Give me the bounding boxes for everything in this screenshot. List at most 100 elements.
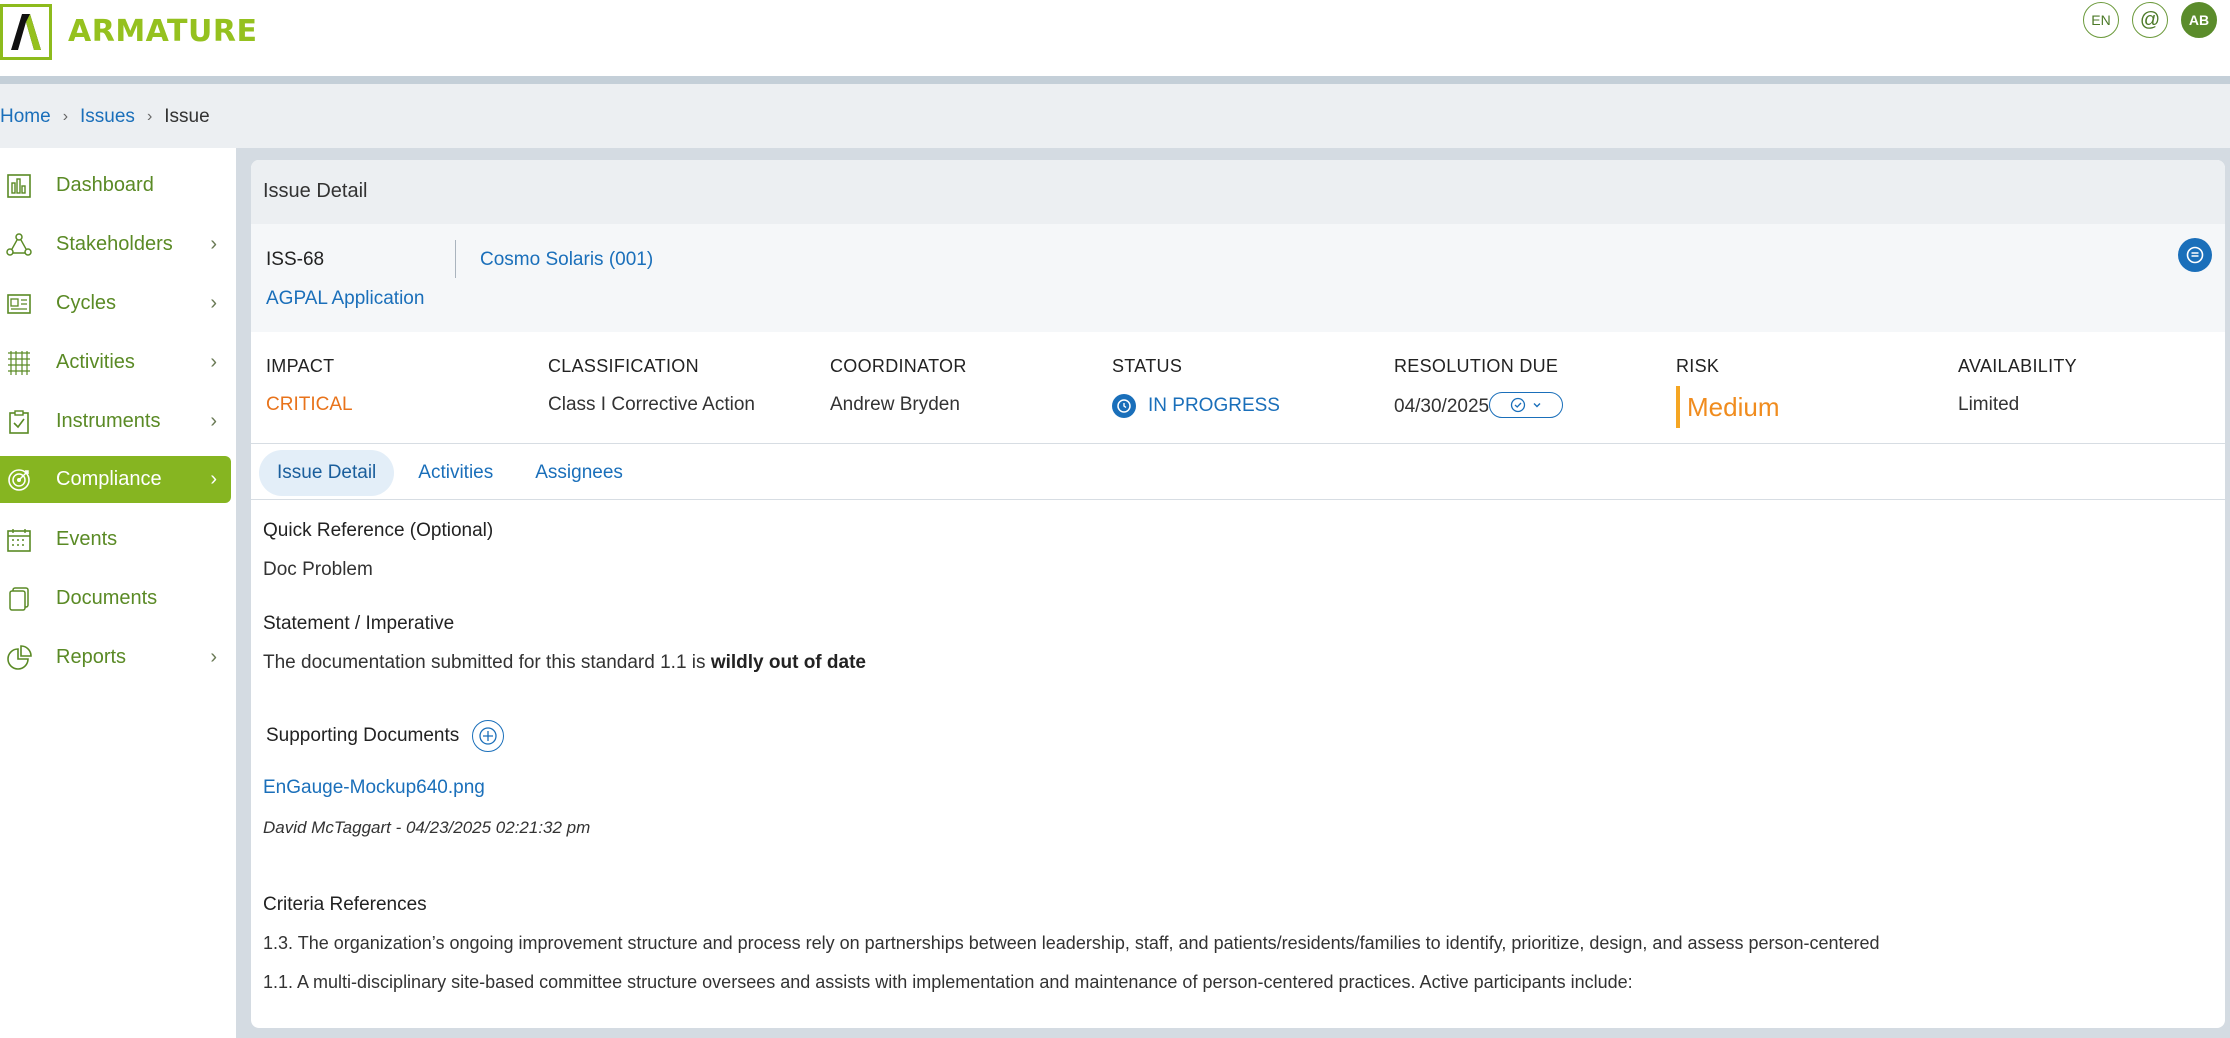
card-header: Issue Detail xyxy=(251,160,2225,224)
risk-label: RISK xyxy=(1676,356,1720,376)
statement-text-plain: The documentation submitted for this sta… xyxy=(263,652,711,673)
issue-info-band: ISS-68 Cosmo Solaris (001) AGPAL Applica… xyxy=(251,224,2225,332)
chevron-right-icon: › xyxy=(210,292,217,314)
resolution-due-label: RESOLUTION DUE xyxy=(1394,356,1559,376)
at-icon: @ xyxy=(2139,8,2161,31)
calendar-icon xyxy=(7,529,31,552)
criteria-heading: Criteria References xyxy=(263,894,427,915)
classification-metric: CLASSIFICATION Class I Corrective Action xyxy=(548,356,755,415)
armature-logo-icon[interactable] xyxy=(0,4,52,60)
application-link[interactable]: AGPAL Application xyxy=(266,288,424,310)
sidebar-item-label: Dashboard xyxy=(56,174,154,196)
chevron-right-icon: › xyxy=(210,410,217,432)
classification-label: CLASSIFICATION xyxy=(548,356,699,376)
tab-assignees[interactable]: Assignees xyxy=(517,450,641,496)
coordinator-metric: COORDINATOR Andrew Bryden xyxy=(830,356,967,415)
sidebar-item-activities[interactable]: Activities › xyxy=(0,339,231,386)
divider xyxy=(251,499,2225,500)
activities-icon xyxy=(8,351,30,375)
breadcrumb-issues[interactable]: Issues xyxy=(80,106,135,128)
classification-value: Class I Corrective Action xyxy=(548,394,755,415)
issue-detail-card: Issue Detail ISS-68 Cosmo Solaris (001) … xyxy=(251,160,2225,1028)
sidebar-item-cycles[interactable]: Cycles › xyxy=(0,280,231,327)
resolution-due-date: 04/30/2025 xyxy=(1394,396,1490,418)
sidebar-item-label: Activities xyxy=(56,351,135,373)
sidebar-item-label: Instruments xyxy=(56,410,161,432)
sidebar-item-events[interactable]: Events xyxy=(0,516,231,563)
sidebar-item-label: Documents xyxy=(56,587,158,609)
sidebar: Dashboard Stakeholders › Cycles › Activi… xyxy=(0,148,236,1038)
divider xyxy=(251,443,2225,444)
document-link[interactable]: EnGauge-Mockup640.png xyxy=(263,777,485,799)
issue-tabs: Issue Detail Activities Assignees xyxy=(259,450,647,496)
check-circle-icon xyxy=(1510,397,1526,413)
clock-icon xyxy=(1112,394,1136,418)
add-document-button[interactable] xyxy=(472,720,504,752)
sidebar-item-stakeholders[interactable]: Stakeholders › xyxy=(0,221,231,268)
supporting-documents-heading: Supporting Documents xyxy=(266,725,460,746)
chevron-right-icon: › xyxy=(210,646,217,668)
chevron-right-icon: › xyxy=(210,233,217,255)
resolution-due-metric: RESOLUTION DUE 04/30/2025 xyxy=(1394,356,1564,418)
sidebar-item-dashboard[interactable]: Dashboard xyxy=(0,162,231,209)
status-label: STATUS xyxy=(1112,356,1183,376)
impact-label: IMPACT xyxy=(266,356,335,376)
language-label: EN xyxy=(2091,12,2111,28)
breadcrumb-current: Issue xyxy=(164,106,210,127)
risk-value: Medium xyxy=(1687,392,1780,422)
mentions-button[interactable]: @ xyxy=(2132,2,2168,38)
chevron-right-icon: › xyxy=(146,108,153,125)
quick-reference-heading: Quick Reference (Optional) xyxy=(263,520,494,541)
statement-heading: Statement / Imperative xyxy=(263,613,455,634)
sidebar-item-compliance[interactable]: Compliance › xyxy=(0,456,231,503)
impact-value: CRITICAL xyxy=(266,394,353,415)
language-button[interactable]: EN xyxy=(2083,2,2119,38)
tab-issue-detail[interactable]: Issue Detail xyxy=(259,450,395,496)
chevron-right-icon: › xyxy=(210,351,217,373)
issue-id: ISS-68 xyxy=(266,249,325,270)
chevron-right-icon: › xyxy=(210,468,217,490)
statement-text-bold: wildly out of date xyxy=(710,652,866,673)
user-avatar[interactable]: AB xyxy=(2181,2,2217,38)
avatar-initials: AB xyxy=(2188,12,2210,28)
status-value[interactable]: IN PROGRESS xyxy=(1112,394,1280,418)
sidebar-item-label: Compliance xyxy=(56,468,162,490)
sidebar-item-label: Stakeholders xyxy=(56,233,173,255)
document-meta: David McTaggart - 04/23/2025 02:21:32 pm xyxy=(263,818,591,837)
resolve-dropdown-button[interactable] xyxy=(1489,392,1564,418)
tab-activities[interactable]: Activities xyxy=(400,450,511,496)
coordinator-value: Andrew Bryden xyxy=(830,394,960,415)
sidebar-item-reports[interactable]: Reports › xyxy=(0,634,231,681)
documents-icon xyxy=(9,587,29,611)
header-divider xyxy=(0,76,2230,84)
resolution-due-value: 04/30/2025 xyxy=(1394,392,1564,420)
dashboard-icon xyxy=(7,174,31,198)
coordinator-label: COORDINATOR xyxy=(830,356,967,376)
criteria-item: 1.3. The organization’s ongoing improvem… xyxy=(263,933,1880,953)
sidebar-item-documents[interactable]: Documents xyxy=(0,575,231,622)
chevron-right-icon: › xyxy=(62,108,69,125)
comments-button[interactable] xyxy=(2178,238,2212,272)
project-link[interactable]: Cosmo Solaris (001) xyxy=(480,249,653,271)
card-title: Issue Detail xyxy=(263,180,368,202)
criteria-item: 1.1. A multi-disciplinary site-based com… xyxy=(263,972,1633,992)
sidebar-item-instruments[interactable]: Instruments › xyxy=(0,398,231,445)
breadcrumb-bar: Home › Issues › Issue xyxy=(0,84,2230,148)
divider xyxy=(455,240,456,278)
risk-metric: RISK Medium xyxy=(1676,356,1779,428)
breadcrumb-home[interactable]: Home xyxy=(0,106,51,128)
cycles-icon xyxy=(7,294,31,314)
availability-metric: AVAILABILITY Limited xyxy=(1958,356,2077,415)
risk-indicator-bar xyxy=(1676,386,1680,428)
availability-label: AVAILABILITY xyxy=(1958,356,2077,376)
statement-text: The documentation submitted for this sta… xyxy=(263,652,866,674)
quick-reference-value: Doc Problem xyxy=(263,559,373,580)
reports-icon xyxy=(7,645,32,670)
instruments-icon xyxy=(9,410,29,434)
compliance-icon xyxy=(8,469,30,491)
chat-icon xyxy=(2186,246,2204,264)
sidebar-item-label: Cycles xyxy=(56,292,117,314)
status-metric: STATUS IN PROGRESS xyxy=(1112,356,1280,418)
breadcrumb: Home › Issues › Issue xyxy=(0,106,210,128)
top-header: ARMATURE EN @ AB xyxy=(0,0,2230,76)
